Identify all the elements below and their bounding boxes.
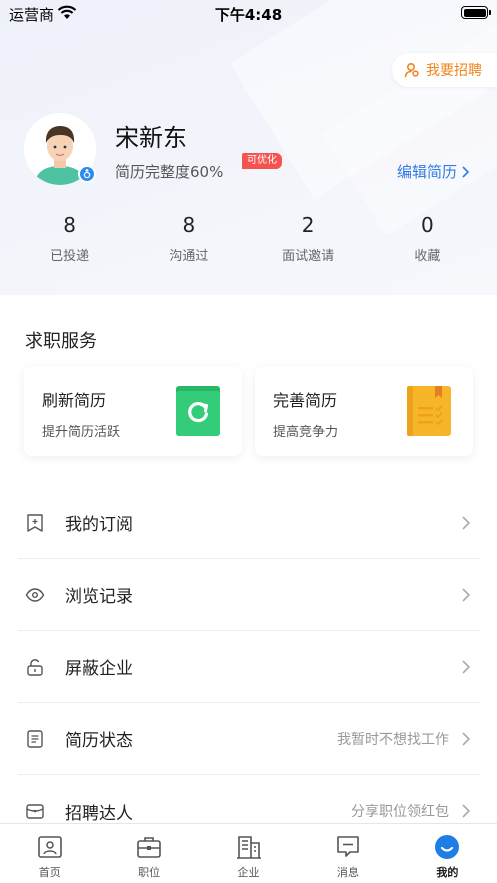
lock-icon: [27, 658, 43, 676]
stat-contacted[interactable]: 8 沟通过: [129, 212, 248, 272]
menu-item-blocked-companies[interactable]: 屏蔽企业: [18, 631, 480, 703]
chevron-right-icon: [462, 659, 471, 674]
complete-resume-card[interactable]: 完善简历 提高竞争力: [255, 366, 473, 456]
menu-label: 招聘达人: [65, 803, 133, 824]
edit-resume-label: 编辑简历: [397, 163, 458, 181]
chevron-right-icon: [462, 515, 471, 530]
menu-label: 屏蔽企业: [65, 659, 133, 679]
battery-icon: [461, 6, 491, 19]
stat-label: 收藏: [414, 249, 441, 264]
card-title: 完善简历: [273, 391, 338, 410]
menu-item-history[interactable]: 浏览记录: [18, 559, 480, 631]
home-icon: [37, 836, 62, 858]
stat-value: 0: [421, 213, 434, 237]
building-icon: [236, 836, 261, 859]
menu-value: 分享职位领红包: [351, 804, 449, 820]
recruiter-icon: [404, 62, 419, 78]
stat-interviews[interactable]: 2 面试邀请: [249, 212, 368, 272]
avatar[interactable]: [24, 113, 96, 185]
tab-companies[interactable]: 企业: [199, 824, 298, 883]
refresh-resume-card[interactable]: 刷新简历 提升简历活跃: [24, 366, 242, 456]
menu-list: 我的订阅 浏览记录 屏蔽企业 简历状态 我暂时不想找工作 招聘达人 分享职位领红…: [18, 487, 480, 847]
tab-bar: 首页 职位 企业 消息 我的: [0, 823, 497, 883]
tab-label: 首页: [38, 866, 61, 879]
tab-label: 企业: [237, 866, 260, 879]
book-icon: [407, 386, 451, 436]
tab-label: 职位: [138, 866, 161, 879]
recruit-button[interactable]: 我要招聘: [392, 53, 497, 87]
card-subtitle: 提升简历活跃: [42, 425, 121, 440]
resume-completeness: 简历完整度60%: [115, 163, 224, 181]
edit-resume-link[interactable]: 编辑简历: [397, 161, 470, 182]
status-time: 下午4:48: [214, 6, 283, 24]
male-icon: [78, 165, 96, 183]
card-subtitle: 提高竞争力: [273, 425, 339, 440]
briefcase-icon: [137, 837, 161, 858]
menu-label: 我的订阅: [65, 515, 133, 535]
tab-messages[interactable]: 消息: [298, 824, 397, 883]
user-name: 宋新东: [115, 124, 187, 152]
menu-label: 浏览记录: [65, 587, 133, 607]
tab-home[interactable]: 首页: [0, 824, 99, 883]
chevron-right-icon: [462, 587, 471, 602]
stat-value: 8: [63, 213, 76, 237]
card-title: 刷新简历: [42, 391, 107, 410]
menu-item-resume-status[interactable]: 简历状态 我暂时不想找工作: [18, 703, 480, 775]
stat-applied[interactable]: 8 已投递: [10, 212, 129, 272]
optimize-badge: 可优化: [242, 153, 282, 169]
bookmark-icon: [27, 513, 43, 532]
tab-label: 我的: [436, 866, 459, 879]
status-bar: 运营商 下午4:48: [0, 0, 497, 26]
tab-me[interactable]: 我的: [398, 824, 497, 883]
stat-value: 2: [301, 213, 315, 237]
chevron-right-icon: [462, 731, 471, 746]
stat-favorites[interactable]: 0 收藏: [368, 212, 487, 272]
stats-row: 8 已投递 8 沟通过 2 面试邀请 0 收藏: [10, 212, 487, 272]
recruit-label: 我要招聘: [426, 63, 482, 79]
stat-label: 面试邀请: [282, 249, 335, 264]
menu-item-subscriptions[interactable]: 我的订阅: [18, 487, 480, 559]
menu-label: 简历状态: [65, 731, 133, 751]
services-title: 求职服务: [25, 331, 97, 352]
message-icon: [337, 836, 359, 857]
document-icon: [27, 729, 43, 748]
tab-label: 消息: [336, 866, 359, 879]
eye-icon: [25, 587, 45, 602]
stat-label: 已投递: [50, 249, 90, 264]
stat-value: 8: [182, 213, 196, 237]
chevron-right-icon: [462, 165, 470, 178]
refresh-icon: [176, 386, 220, 436]
chevron-right-icon: [462, 804, 471, 818]
tab-jobs[interactable]: 职位: [99, 824, 198, 883]
wallet-icon: [26, 804, 44, 819]
stat-label: 沟通过: [169, 249, 209, 264]
menu-value: 我暂时不想找工作: [337, 731, 449, 748]
profile-icon: [435, 835, 460, 859]
